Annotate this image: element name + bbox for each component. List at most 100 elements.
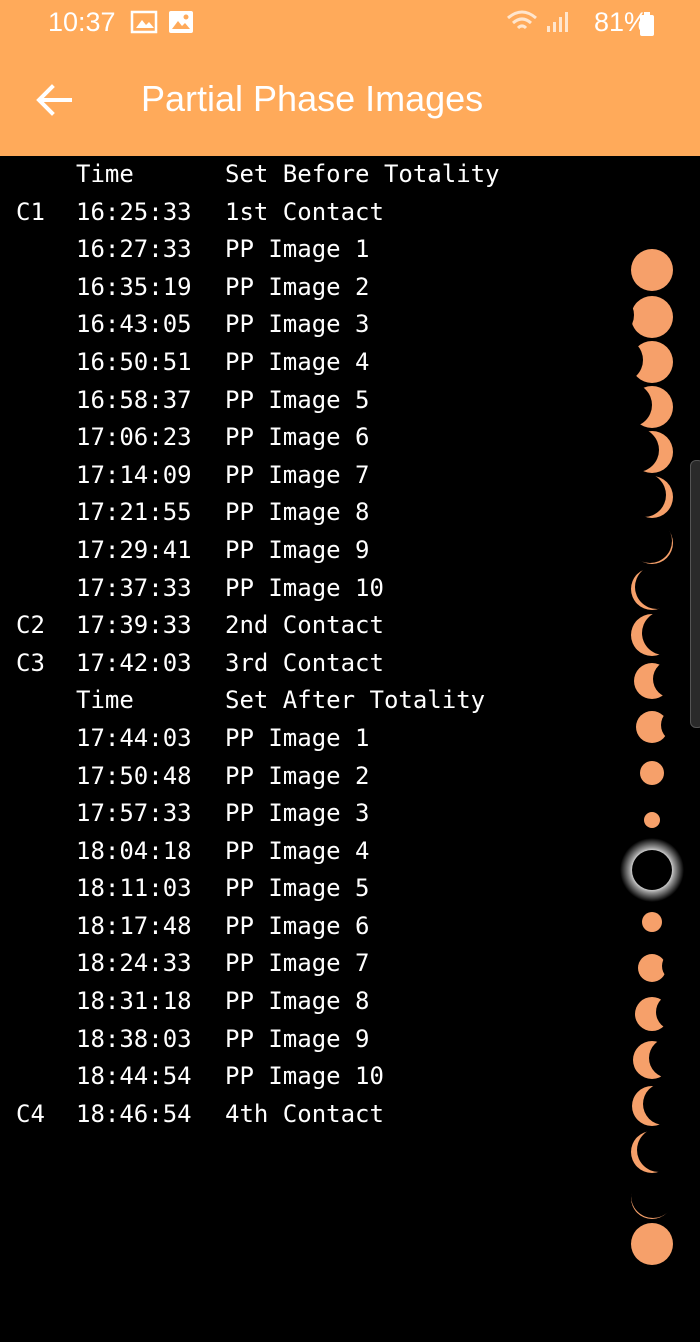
row-time: 17:37:33 [76, 573, 192, 602]
contact-code: C1 [16, 197, 45, 226]
eclipse-phase [638, 954, 666, 982]
row-label: PP Image 5 [225, 874, 370, 903]
row-time: 16:58:37 [76, 385, 192, 414]
list-row: C1 16:25:33 1st Contact [0, 194, 610, 232]
contact-code: C3 [16, 648, 45, 677]
list-row: 17:44:03 PP Image 1 [0, 720, 610, 758]
row-label: 1st Contact [225, 197, 384, 226]
list-row: C3 17:42:03 3rd Contact [0, 645, 610, 683]
eclipse-phase [633, 1041, 671, 1079]
app-toolbar: Partial Phase Images [0, 48, 700, 156]
row-label: PP Image 4 [225, 347, 370, 376]
list-row: 16:43:05 PP Image 3 [0, 306, 610, 344]
eclipse-phase [631, 522, 673, 564]
row-time: 18:24:33 [76, 949, 192, 978]
row-label: PP Image 2 [225, 761, 370, 790]
row-label: 3rd Contact [225, 648, 384, 677]
row-label: PP Image 5 [225, 385, 370, 414]
eclipse-phase [631, 249, 673, 291]
list-row: 18:04:18 PP Image 4 [0, 833, 610, 871]
row-label: PP Image 7 [225, 949, 370, 978]
row-label: PP Image 1 [225, 723, 370, 752]
row-time: 17:44:03 [76, 723, 192, 752]
row-label: PP Image 10 [225, 1062, 384, 1091]
eclipse-phase [631, 614, 673, 656]
row-time: 18:17:48 [76, 911, 192, 940]
row-time: 18:04:18 [76, 836, 192, 865]
row-time: 16:43:05 [76, 310, 192, 339]
eclipse-phase [636, 711, 668, 743]
eclipse-phase [640, 761, 664, 785]
list-row: C2 17:39:33 2nd Contact [0, 607, 610, 645]
list-row: 17:21:55 PP Image 8 [0, 494, 610, 532]
eclipse-phase [634, 663, 670, 699]
scrollbar-handle[interactable] [690, 460, 700, 728]
list-row: 17:14:09 PP Image 7 [0, 457, 610, 495]
contact-code: C4 [16, 1099, 45, 1128]
back-button[interactable] [28, 74, 80, 126]
row-label: PP Image 9 [225, 535, 370, 564]
list-row: 17:29:41 PP Image 9 [0, 532, 610, 570]
phase-list: Time Set Before Totality C1 16:25:33 1st Con… [0, 156, 610, 1133]
row-label: 4th Contact [225, 1099, 384, 1128]
row-label: PP Image 9 [225, 1024, 370, 1053]
signal-icon [547, 12, 568, 32]
list-row: 18:17:48 PP Image 6 [0, 908, 610, 946]
row-time: 17:06:23 [76, 423, 192, 452]
eclipse-phase [642, 912, 662, 932]
eclipse-phase [631, 386, 673, 428]
row-time: 18:31:18 [76, 987, 192, 1016]
list-row: Time Set After Totality [0, 682, 610, 720]
row-label: PP Image 2 [225, 272, 370, 301]
eclipse-phase [631, 296, 673, 338]
battery-icon [640, 12, 654, 36]
row-label: PP Image 8 [225, 987, 370, 1016]
row-label: PP Image 1 [225, 235, 370, 264]
list-row: 16:58:37 PP Image 5 [0, 382, 610, 420]
list-row: 18:24:33 PP Image 7 [0, 945, 610, 983]
row-label: PP Image 4 [225, 836, 370, 865]
row-time: 16:50:51 [76, 347, 192, 376]
list-row: 17:06:23 PP Image 6 [0, 419, 610, 457]
row-time: 16:35:19 [76, 272, 192, 301]
row-time: 17:39:33 [76, 611, 192, 640]
list-row: 18:11:03 PP Image 5 [0, 870, 610, 908]
row-label: PP Image 3 [225, 799, 370, 828]
list-row: 17:37:33 PP Image 10 [0, 570, 610, 608]
list-row: 18:31:18 PP Image 8 [0, 983, 610, 1021]
row-time: 18:11:03 [76, 874, 192, 903]
list-row: 17:50:48 PP Image 2 [0, 758, 610, 796]
eclipse-phase [631, 1177, 673, 1219]
row-time: Time [76, 160, 134, 188]
list-row: C4 18:46:54 4th Contact [0, 1096, 610, 1134]
row-label: PP Image 8 [225, 498, 370, 527]
list-row: 17:57:33 PP Image 3 [0, 795, 610, 833]
row-label: Set Before Totality [225, 160, 500, 188]
list-row: 18:44:54 PP Image 10 [0, 1058, 610, 1096]
back-arrow-icon [36, 84, 72, 116]
row-time: 17:50:48 [76, 761, 192, 790]
row-time: 18:44:54 [76, 1062, 192, 1091]
row-label: 2nd Contact [225, 611, 384, 640]
eclipse-phase [631, 1223, 673, 1265]
row-time: Time [76, 686, 134, 715]
list-row: 16:27:33 PP Image 1 [0, 231, 610, 269]
row-label: PP Image 6 [225, 423, 370, 452]
row-time: 17:14:09 [76, 460, 192, 489]
eclipse-phase [631, 341, 673, 383]
row-time: 17:29:41 [76, 535, 192, 564]
row-time: 18:46:54 [76, 1099, 192, 1128]
status-bar: 10:37 81% [0, 0, 700, 48]
list-row: 18:38:03 PP Image 9 [0, 1021, 610, 1059]
list-row: 16:35:19 PP Image 2 [0, 269, 610, 307]
totality-moon [632, 850, 672, 890]
row-time: 16:25:33 [76, 197, 192, 226]
row-label: PP Image 3 [225, 310, 370, 339]
contact-code: C2 [16, 611, 45, 640]
eclipse-phase [631, 1131, 673, 1173]
row-label: PP Image 7 [225, 460, 370, 489]
row-time: 17:57:33 [76, 799, 192, 828]
list-row: Time Set Before Totality [0, 156, 610, 194]
row-time: 17:42:03 [76, 648, 192, 677]
row-time: 17:21:55 [76, 498, 192, 527]
